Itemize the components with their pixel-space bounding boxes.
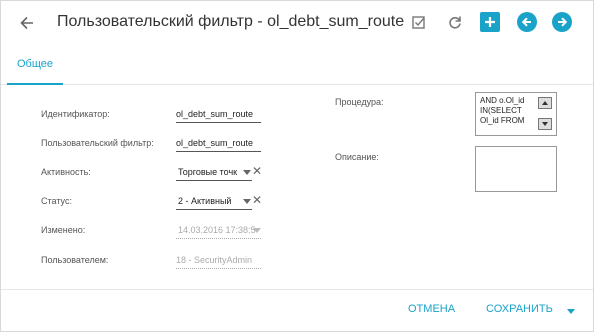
status-label: Статус: bbox=[41, 196, 72, 206]
clear-icon[interactable]: ✕ bbox=[252, 165, 262, 179]
cancel-button[interactable]: ОТМЕНА bbox=[408, 303, 455, 315]
identifier-field[interactable]: ol_debt_sum_route bbox=[176, 107, 261, 123]
changed-value: 14.03.2016 17:38:5 bbox=[178, 225, 256, 235]
next-icon[interactable] bbox=[552, 12, 572, 32]
changed-field: 14.03.2016 17:38:5 bbox=[176, 223, 261, 239]
clear-icon[interactable]: ✕ bbox=[252, 194, 262, 208]
chevron-down-icon[interactable] bbox=[567, 309, 575, 314]
tab-bar: Общее bbox=[1, 45, 593, 85]
identifier-label: Идентификатор: bbox=[41, 109, 110, 119]
user-label: Пользователем: bbox=[41, 255, 109, 265]
dialog-header: Пользовательский фильтр - ol_debt_sum_ro… bbox=[1, 1, 593, 45]
previous-icon[interactable] bbox=[517, 12, 537, 32]
user-field: 18 - SecurityAdmin bbox=[176, 253, 261, 269]
activity-label: Активность: bbox=[41, 167, 91, 177]
chevron-down-icon[interactable] bbox=[243, 170, 251, 175]
changed-label: Изменено: bbox=[41, 225, 86, 235]
user-filter-field[interactable]: ol_debt_sum_route bbox=[176, 136, 261, 152]
add-icon[interactable] bbox=[480, 12, 500, 32]
procedure-label: Процедура: bbox=[335, 97, 384, 107]
chevron-down-icon bbox=[253, 228, 261, 233]
refresh-icon[interactable] bbox=[445, 12, 465, 32]
form-content: Идентификатор: ol_debt_sum_route Пользов… bbox=[1, 86, 593, 289]
scroll-down-icon[interactable] bbox=[538, 118, 552, 130]
user-filter-label: Пользовательский фильтр: bbox=[41, 138, 154, 148]
back-arrow-icon[interactable] bbox=[15, 11, 39, 35]
activity-value: Торговые точк bbox=[178, 167, 238, 177]
save-button[interactable]: СОХРАНИТЬ bbox=[486, 303, 553, 315]
filter-dialog: Пользовательский фильтр - ol_debt_sum_ro… bbox=[0, 0, 594, 332]
checkbox-icon[interactable] bbox=[409, 12, 429, 32]
chevron-down-icon[interactable] bbox=[243, 199, 251, 204]
procedure-textarea[interactable]: AND o.Ol_id IN(SELECT Ol_id FROM bbox=[475, 92, 557, 136]
scroll-up-icon[interactable] bbox=[538, 97, 552, 109]
activity-select[interactable]: Торговые точк bbox=[176, 165, 252, 181]
status-value: 2 - Активный bbox=[178, 196, 232, 206]
tab-general[interactable]: Общее bbox=[7, 45, 63, 85]
description-textarea[interactable] bbox=[475, 146, 557, 192]
procedure-value: AND o.Ol_id IN(SELECT Ol_id FROM bbox=[480, 96, 525, 125]
page-title: Пользовательский фильтр - ol_debt_sum_ro… bbox=[57, 13, 405, 30]
description-label: Описание: bbox=[335, 152, 379, 162]
dialog-footer: ОТМЕНА СОХРАНИТЬ bbox=[1, 289, 593, 331]
status-select[interactable]: 2 - Активный bbox=[176, 194, 252, 210]
